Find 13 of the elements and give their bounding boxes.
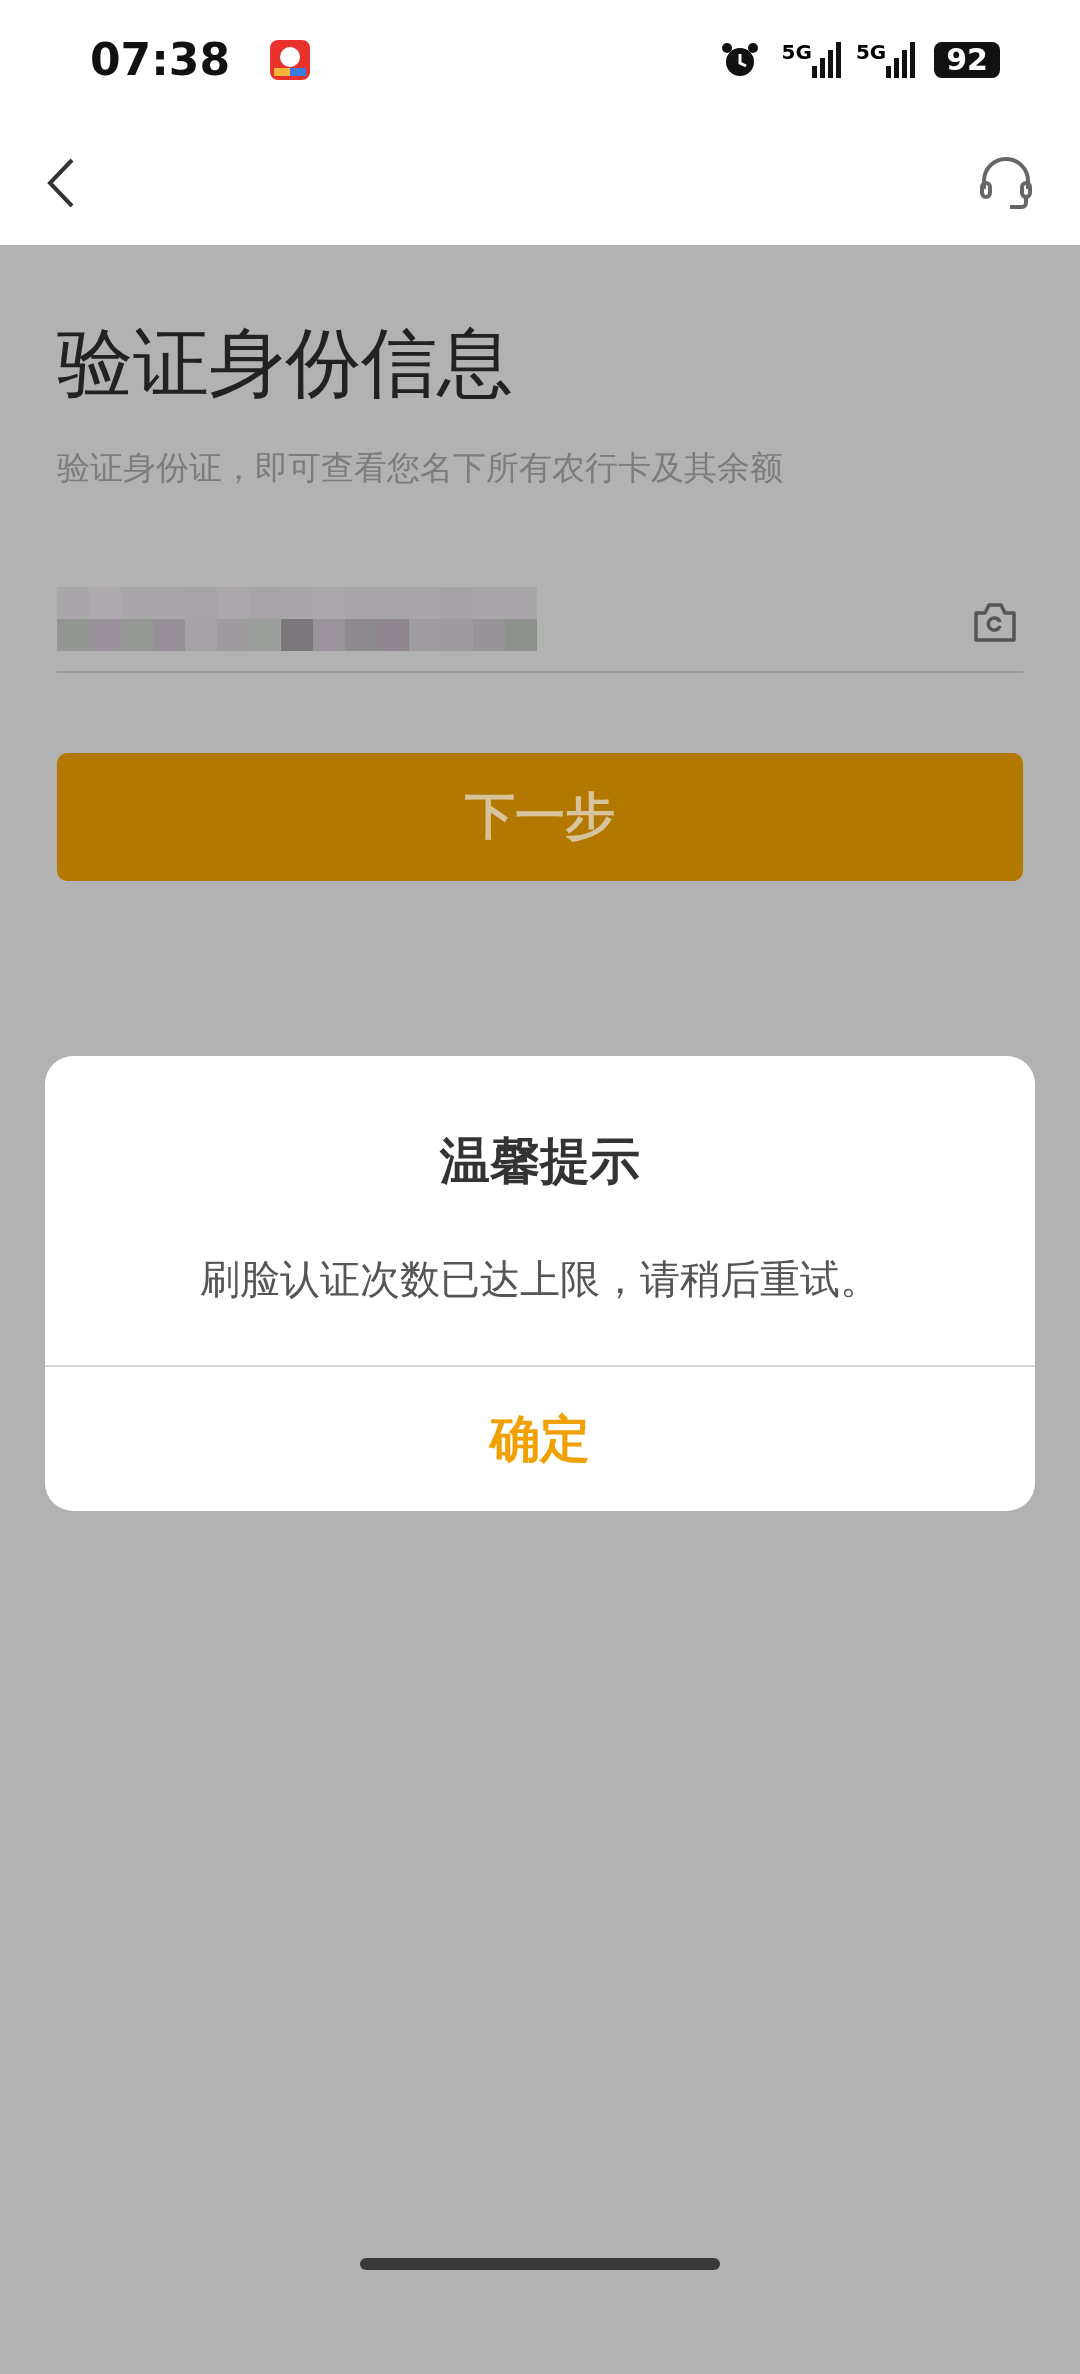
network-label: 5G <box>855 42 887 62</box>
network-label: 5G <box>781 42 812 62</box>
signal-icon <box>886 42 917 78</box>
app-icon <box>270 40 311 80</box>
camera-icon[interactable] <box>973 600 1017 643</box>
dialog-title: 温馨提示 <box>438 1131 641 1192</box>
dialog-message: 刷脸认证次数已达上限，请稍后重试。 <box>199 1255 881 1304</box>
signal-icon <box>811 42 842 78</box>
confirm-button[interactable]: 确定 <box>45 1367 1035 1511</box>
status-time: 07:38 <box>90 33 231 87</box>
page-title: 验证身份信息 <box>57 317 514 409</box>
battery-level: 92 <box>934 42 1000 78</box>
next-button[interactable]: 下一步 <box>57 752 1023 881</box>
